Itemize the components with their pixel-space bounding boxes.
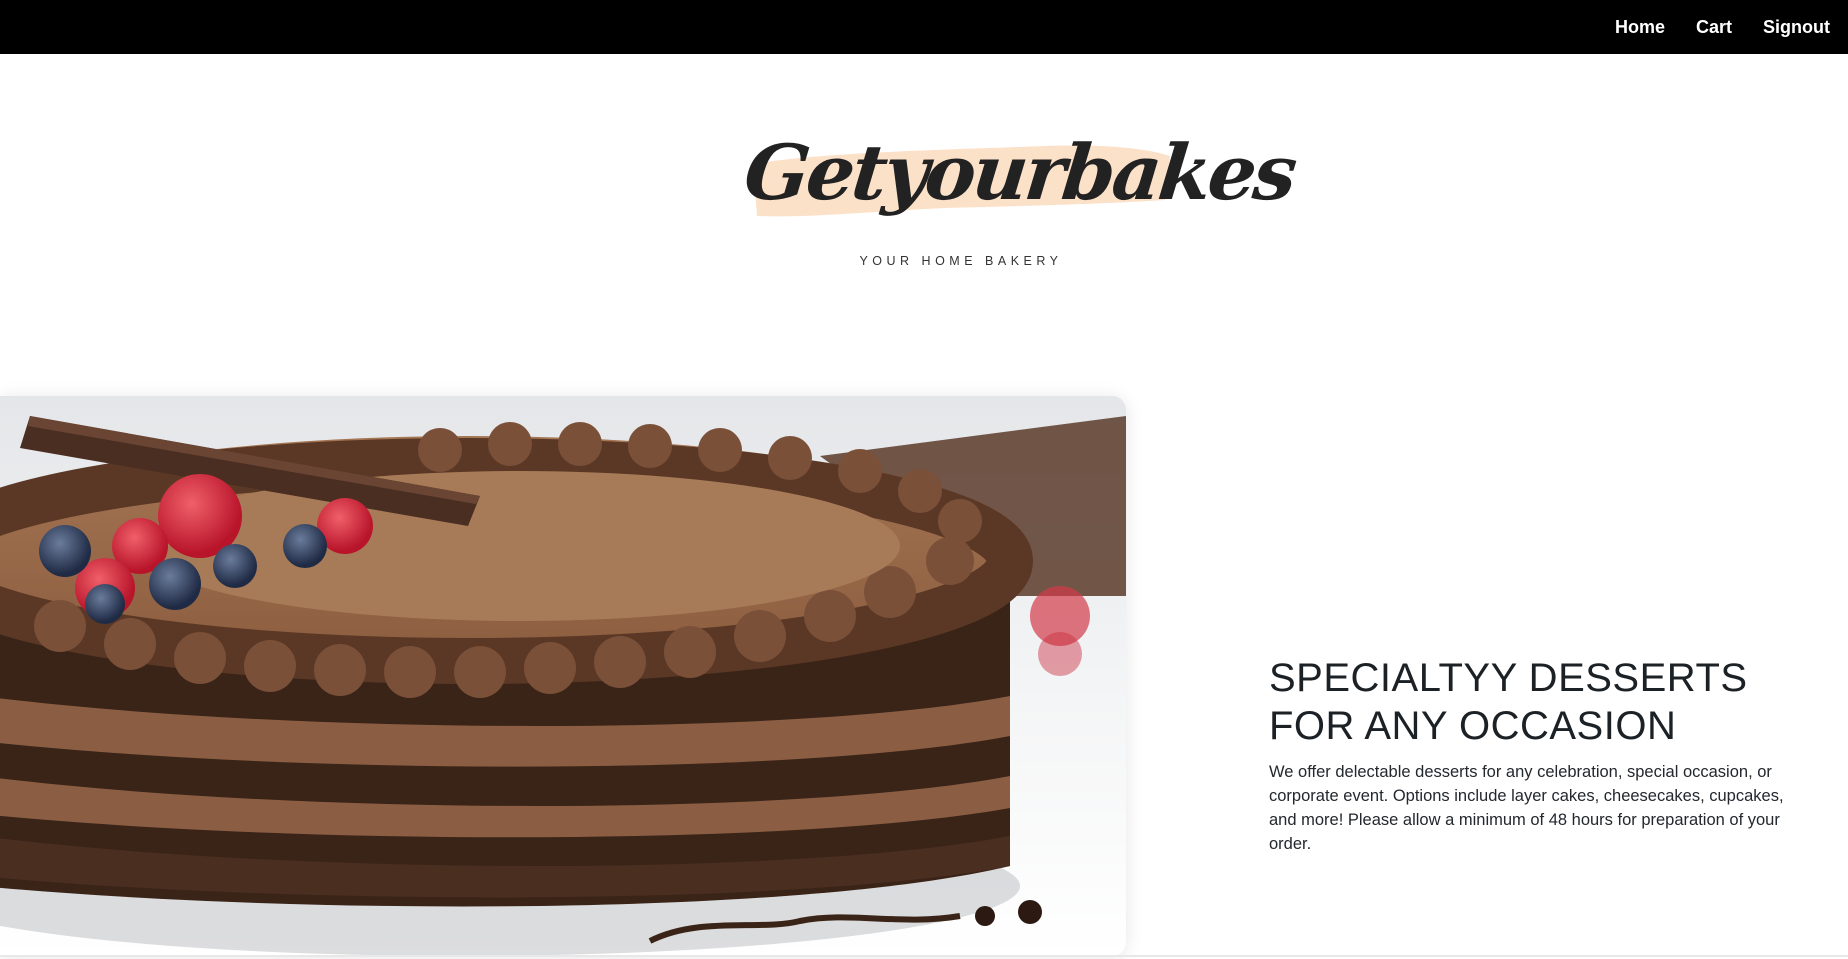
nav-home-link[interactable]: Home — [1615, 17, 1665, 38]
chocolate-cake-icon — [0, 396, 1126, 956]
main-nav: Home Cart Signout — [1615, 0, 1830, 54]
page-divider — [0, 955, 1848, 957]
brand-logo-text: Getyourbakes — [740, 128, 1299, 217]
nav-cart-link[interactable]: Cart — [1696, 17, 1732, 38]
hero-headline: SPECIALTYY DESSERTS FOR ANY OCCASION — [1269, 654, 1789, 750]
top-navbar: Home Cart Signout — [0, 0, 1848, 54]
nav-signout-link[interactable]: Signout — [1763, 17, 1830, 38]
hero-description: We offer delectable desserts for any cel… — [1269, 763, 1784, 853]
hero-headline-line1: SPECIALTYY DESSERTS — [1269, 656, 1748, 700]
brand-tagline: YOUR HOME BAKERY — [859, 254, 1063, 268]
hero-headline-line2: FOR ANY OCCASION — [1269, 704, 1677, 748]
hero-cake-image — [0, 396, 1126, 956]
